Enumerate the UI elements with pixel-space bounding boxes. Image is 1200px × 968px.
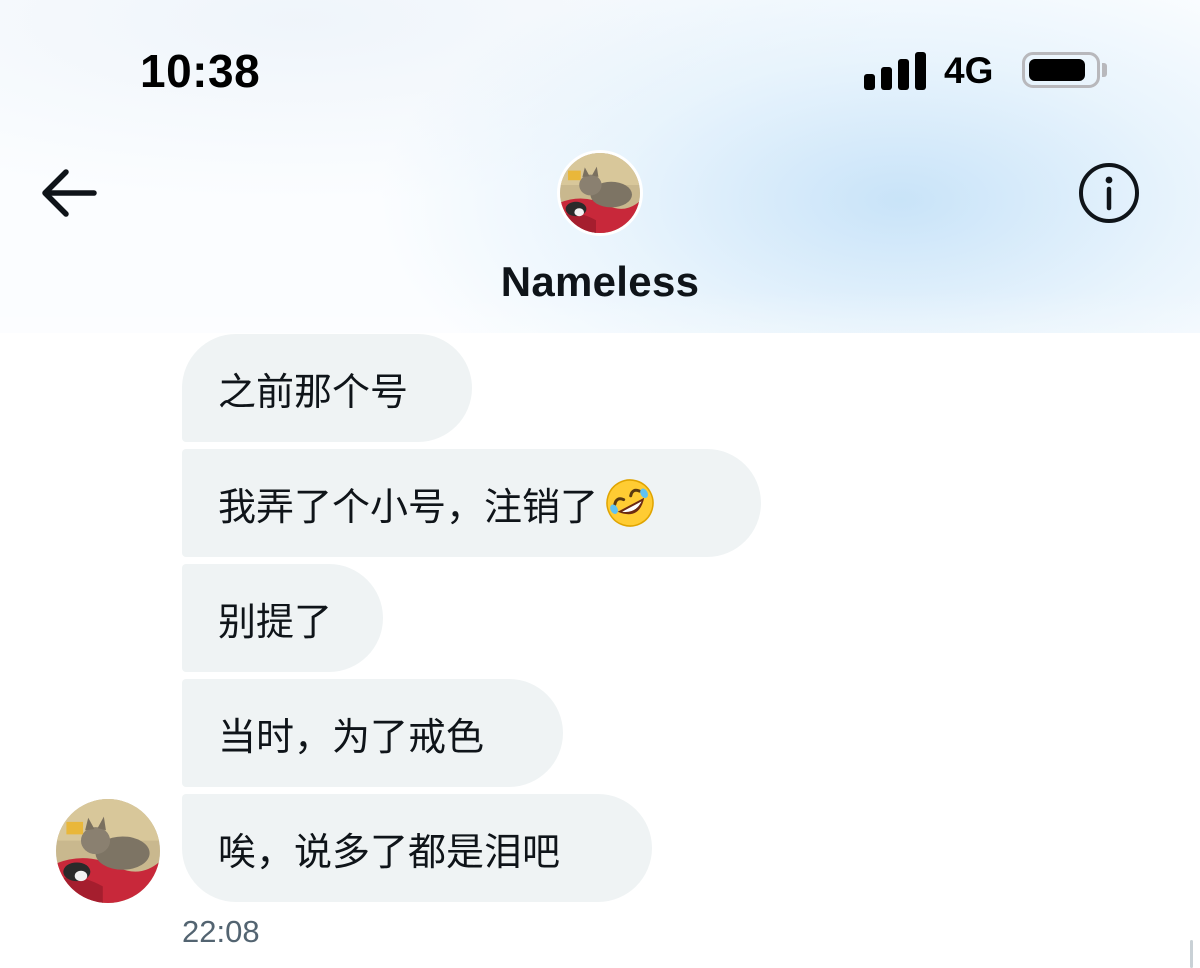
message-text: 之前那个号 [218, 369, 409, 414]
sender-avatar[interactable] [56, 799, 160, 903]
dm-conversation-screen: 10:38 4G Nameless 之前那个号 我弄了个小号，注销了 别提了 当… [0, 0, 1200, 968]
message-text: 当时，为了戒色 [218, 714, 485, 759]
message-timestamp: 22:08 [182, 914, 260, 949]
rolling-on-floor-laughing-emoji-icon [606, 479, 654, 527]
cat-photo-avatar-icon [56, 799, 160, 903]
signal-bar [898, 59, 909, 90]
signal-bar [915, 52, 926, 90]
message-text: 别提了 [218, 599, 333, 644]
back-button[interactable] [38, 165, 100, 221]
signal-bar [881, 67, 892, 90]
cellular-signal-icon [864, 50, 928, 90]
arrow-left-icon [42, 169, 97, 217]
message-text: 我弄了个小号，注销了 [218, 484, 599, 529]
message-text: 唉，说多了都是泪吧 [218, 829, 561, 874]
signal-bar [864, 74, 875, 90]
contact-avatar[interactable] [560, 153, 640, 233]
message-bubble[interactable]: 当时，为了戒色 [182, 679, 563, 787]
message-bubble[interactable]: 之前那个号 [182, 334, 472, 442]
scrollbar-indicator[interactable] [1190, 940, 1193, 968]
conversation-info-button[interactable] [1076, 160, 1142, 226]
contact-name[interactable]: Nameless [0, 258, 1200, 306]
message-bubble[interactable]: 我弄了个小号，注销了 [182, 449, 761, 557]
battery-level [1029, 59, 1085, 81]
battery-cap [1102, 63, 1107, 77]
battery-icon [1022, 52, 1100, 88]
cat-photo-avatar-icon [560, 153, 640, 233]
status-time: 10:38 [140, 45, 261, 97]
message-bubble[interactable]: 别提了 [182, 564, 383, 672]
message-bubble[interactable]: 唉，说多了都是泪吧 [182, 794, 652, 902]
network-type: 4G [944, 50, 994, 91]
info-circle-icon [1079, 163, 1139, 223]
